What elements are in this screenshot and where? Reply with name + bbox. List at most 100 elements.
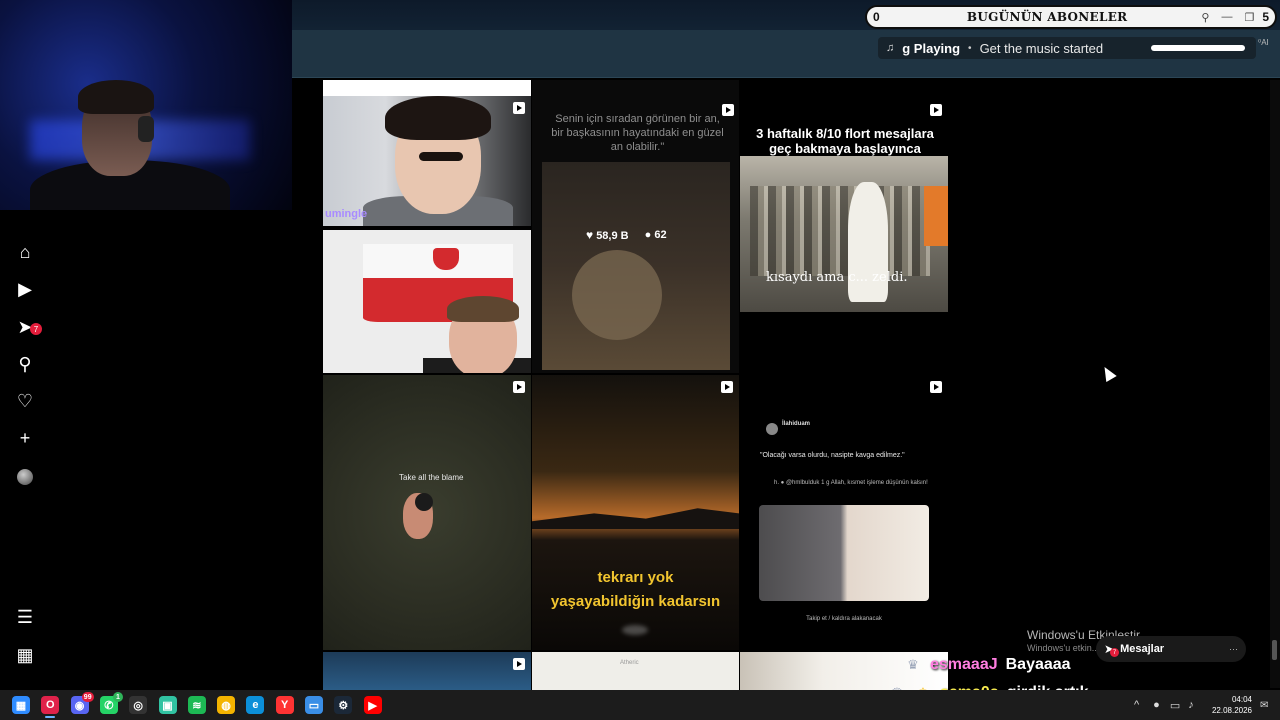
- messages-chip-label: Mesajlar: [1120, 643, 1165, 655]
- grid-post-football[interactable]: 3 haftalık 8/10 flort mesajlara geç bakm…: [740, 96, 948, 373]
- subscriber-count-right: 5: [1262, 10, 1269, 24]
- post-quote-text: Senin için sıradan görünen bir an, bir b…: [551, 113, 724, 153]
- grid-post-polish-flag[interactable]: [323, 230, 531, 373]
- profile-avatar[interactable]: [14, 466, 36, 488]
- clock-time: 04:04: [1231, 695, 1252, 704]
- reel-icon: [513, 381, 525, 393]
- grid-post-bottom-1[interactable]: [323, 652, 531, 690]
- network-icon[interactable]: ▭: [1170, 699, 1180, 712]
- messages-chip[interactable]: ➤ 7 Mesajlar ···: [1096, 636, 1246, 662]
- reels-icon[interactable]: ▶: [14, 278, 36, 300]
- home-icon[interactable]: ⌂: [14, 241, 36, 263]
- grid-post-tweet[interactable]: İlahiduam "Olacağı varsa olurdu, nasipte…: [740, 375, 948, 650]
- minimize-icon[interactable]: —: [1221, 11, 1232, 23]
- now-playing-title: g Playing: [902, 40, 961, 56]
- grid-icon[interactable]: ▦: [14, 644, 36, 666]
- grid-post-swimmer[interactable]: Take all the blame: [323, 375, 531, 650]
- post-stats-overlay: ♥ 58,9 B ● 62: [586, 228, 667, 242]
- grid-post-bottom-2[interactable]: Atheric: [532, 652, 739, 690]
- post-sunset-line2: yaşayabildiğin kadarsın: [550, 593, 721, 610]
- window-controls: ⚲ — ❐: [1201, 11, 1254, 24]
- heart-icon[interactable]: ♡: [14, 390, 36, 412]
- reel-icon: [513, 658, 525, 670]
- grid-post-sunset[interactable]: tekrarı yok yaşayabildiğin kadarsın: [532, 375, 739, 650]
- post-bottom-text: Atheric: [620, 660, 639, 666]
- profile-post-grid: umingle Senin için sıradan görünen bir a…: [323, 80, 948, 690]
- send-icon[interactable]: ➤ 7: [14, 316, 42, 338]
- chat-text: Bayaaaa: [1005, 656, 1071, 673]
- tweet-horse-image: [759, 505, 929, 601]
- spotify-icon[interactable]: ≋: [187, 696, 206, 714]
- eagle-emblem-icon: [433, 248, 459, 270]
- reel-icon: [930, 104, 942, 116]
- post-headline: 3 haftalık 8/10 flort mesajlara geç bakm…: [756, 126, 934, 156]
- post-comment-count: 62: [654, 229, 667, 241]
- obs-icon[interactable]: ◎: [129, 696, 148, 714]
- edge-icon[interactable]: e: [246, 696, 265, 714]
- opera-icon[interactable]: O: [41, 696, 60, 714]
- subscriber-count-left: 0: [873, 10, 880, 24]
- reel-icon: [721, 381, 733, 393]
- search-icon[interactable]: ⚲: [14, 353, 36, 375]
- post-caption: kısaydı ama c... zeldi.: [766, 270, 908, 285]
- mouse-cursor: [1099, 363, 1117, 383]
- grid-post-mustache-man[interactable]: umingle: [323, 96, 531, 226]
- grid-post-dog-quote[interactable]: Senin için sıradan görünen bir an, bir b…: [532, 80, 739, 373]
- tweet-avatar: [766, 423, 778, 435]
- volume-icon[interactable]: ♪: [1188, 699, 1194, 711]
- notification-icon[interactable]: ✉: [1260, 690, 1268, 720]
- discord-icon[interactable]: ◉ 99: [70, 692, 94, 714]
- post-watermark: umingle: [325, 208, 368, 220]
- chrome-icon[interactable]: ◍: [217, 696, 236, 714]
- discord-badge: 99: [81, 692, 94, 702]
- streamlabs-icon[interactable]: ▣: [158, 696, 177, 714]
- clock-date: 22.08.2026: [1211, 706, 1252, 715]
- plus-icon[interactable]: +: [14, 427, 36, 449]
- menu-icon[interactable]: ☰: [14, 606, 36, 628]
- post-like-count: 58,9 B: [596, 230, 629, 242]
- whatsapp-icon[interactable]: ✆ 1: [99, 692, 123, 714]
- youtube-icon[interactable]: ▶: [363, 696, 382, 714]
- microphone-icon[interactable]: ●: [1153, 699, 1160, 711]
- active-app-indicator: [45, 716, 56, 718]
- scrollbar-thumb[interactable]: [1272, 640, 1277, 660]
- reel-icon: [513, 102, 525, 114]
- reel-icon: [722, 104, 734, 116]
- restore-icon[interactable]: ❐: [1244, 11, 1254, 24]
- grid-cell-top-strip: [323, 80, 531, 96]
- taskbar-clock[interactable]: 04:04 22.08.2026: [1208, 694, 1252, 716]
- comment-icon: ●: [644, 229, 652, 241]
- windows-taskbar: ▦ O ◉ 99 ✆ 1 ◎ ▣ ≋ ◍ e Y ▭ ⚙ ▶ ^ ● ▭ ♪ 04:04 22.08.202…: [0, 690, 1280, 720]
- now-playing-progress: [1151, 45, 1245, 51]
- chevron-up-icon[interactable]: ^: [1134, 699, 1139, 711]
- whatsapp-badge: 1: [112, 692, 123, 702]
- post-swimmer-head: [415, 493, 433, 511]
- webcam-overlay: [0, 0, 292, 210]
- folder-icon[interactable]: ▭: [305, 696, 323, 714]
- tweet-text: "Olacağı varsa olurdu, nasipte kavga edi…: [760, 452, 905, 459]
- send-icon: ➤ 7: [1104, 642, 1119, 657]
- post-sunset-hills: [532, 508, 739, 529]
- heart-icon: ♥: [586, 228, 594, 242]
- yandex-icon[interactable]: Y: [275, 696, 294, 714]
- messages-badge: 7: [30, 323, 42, 335]
- steam-icon[interactable]: ⚙: [334, 696, 353, 714]
- post-sunset-line1: tekrarı yok: [597, 569, 674, 586]
- now-playing-widget: ♫ g Playing • Get the music started: [878, 37, 1256, 59]
- post-boy-hair: [447, 296, 519, 322]
- now-playing-separator: •: [968, 42, 972, 54]
- windows-icon[interactable]: ▦: [12, 696, 30, 714]
- post-swim-label: Take all the blame: [399, 473, 464, 482]
- subscriber-widget-title: BUGÜNÜN ABONELER: [966, 10, 1128, 24]
- post-man-wig: [385, 96, 491, 140]
- now-playing-badge: ⁰AI: [1258, 38, 1269, 47]
- now-playing-subtitle: Get the music started: [979, 40, 1104, 56]
- chat-username: esmaaaJ: [930, 656, 998, 673]
- search-icon[interactable]: ⚲: [1201, 11, 1209, 24]
- subscriber-widget: 0 BUGÜNÜN ABONELER ⚲ — ❐ 5: [865, 5, 1277, 29]
- avatar: [17, 469, 33, 485]
- page-scrollbar[interactable]: [1270, 80, 1280, 688]
- messages-chip-badge: 7: [1110, 648, 1119, 657]
- webcam-headset: [138, 116, 154, 142]
- chat-message: ♛ esmaaaJ Bayaaaa: [904, 656, 1071, 674]
